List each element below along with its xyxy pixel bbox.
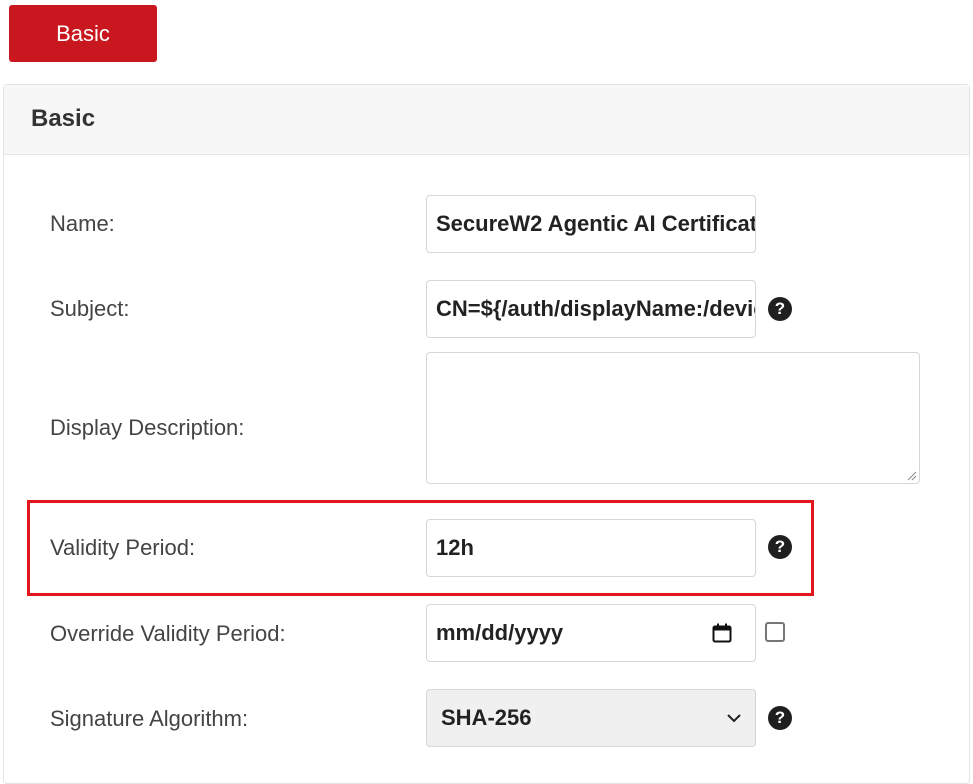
name-input-value: SecureW2 Agentic AI Certificate (436, 211, 756, 236)
basic-tab-button[interactable]: Basic (9, 5, 157, 62)
name-input[interactable]: SecureW2 Agentic AI Certificate (426, 195, 756, 253)
validity-period-help-icon[interactable]: ? (768, 535, 792, 559)
validity-period-value: 12h (436, 535, 474, 560)
validity-period-input[interactable]: 12h (426, 519, 756, 577)
signature-algorithm-help-icon[interactable]: ? (768, 706, 792, 730)
signature-algorithm-value: SHA-256 (441, 705, 532, 730)
resize-grip-icon[interactable] (907, 471, 917, 481)
subject-input-value: CN=${/auth/displayName:/device/identity} (436, 296, 755, 321)
display-description-textarea[interactable] (426, 352, 920, 484)
override-validity-period-label: Override Validity Period: (50, 621, 286, 646)
display-description-label: Display Description: (50, 415, 245, 440)
panel-title: Basic (31, 105, 96, 132)
signature-algorithm-select[interactable]: SHA-256 (426, 689, 756, 747)
chevron-down-icon (727, 714, 741, 723)
calendar-icon[interactable] (712, 623, 732, 643)
signature-algorithm-label: Signature Algorithm: (50, 706, 249, 731)
subject-label: Subject: (50, 296, 130, 321)
override-validity-date-input[interactable]: mm/dd/yyyy (426, 604, 756, 662)
date-placeholder: mm/dd/yyyy (436, 620, 564, 645)
subject-help-icon[interactable]: ? (768, 297, 792, 321)
validity-period-label: Validity Period: (50, 535, 196, 560)
panel-header: Basic (4, 85, 969, 155)
override-validity-checkbox[interactable] (765, 622, 785, 642)
subject-input[interactable]: CN=${/auth/displayName:/device/identity} (426, 280, 756, 338)
name-label: Name: (50, 211, 115, 236)
